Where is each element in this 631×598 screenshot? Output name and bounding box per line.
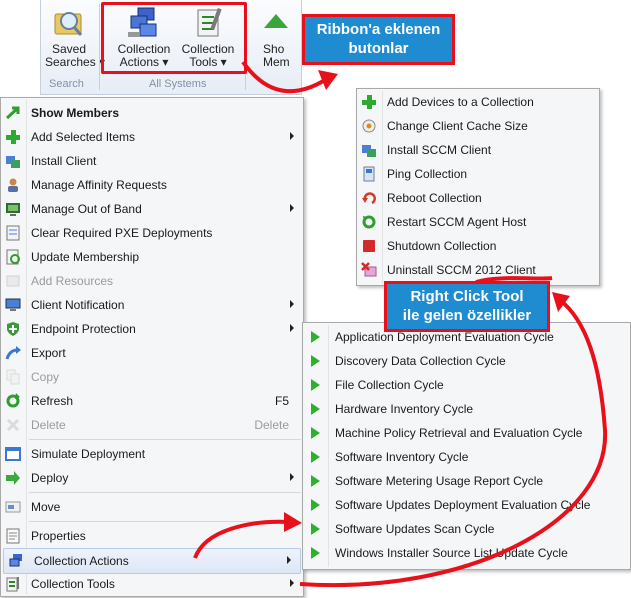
- annotation-arrows: [193, 60, 608, 587]
- actions-arrow-head: [284, 512, 302, 532]
- ribbon-arrow-head: [318, 70, 338, 90]
- ribbon-arrow: [241, 60, 327, 94]
- actions-arrow: [193, 519, 291, 559]
- callout-connector: [475, 276, 553, 284]
- tools-arrow: [299, 298, 608, 587]
